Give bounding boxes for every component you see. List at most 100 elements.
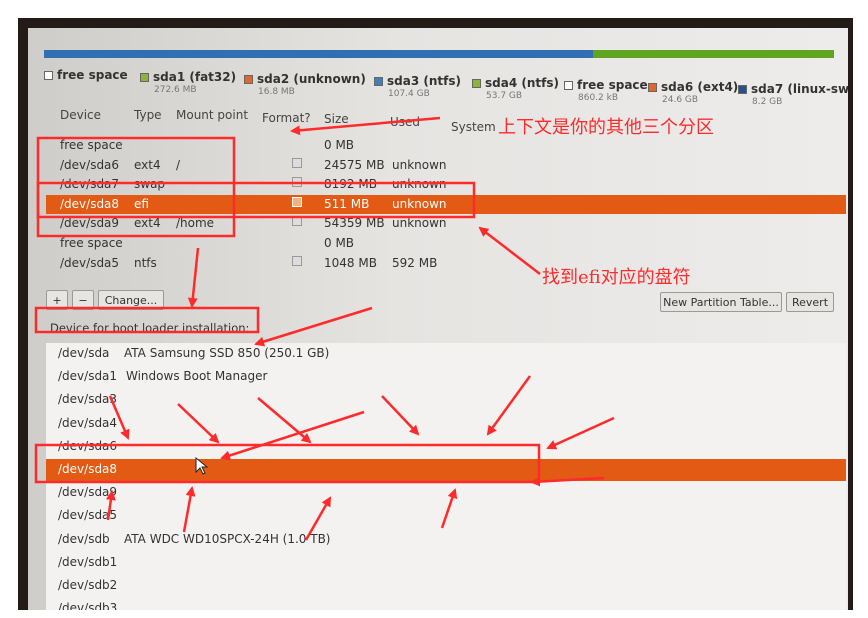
partition-bar-segment <box>593 50 834 58</box>
cell-device: /dev/sda9 <box>60 216 120 231</box>
bootloader-list-item[interactable]: /dev/sdb2 <box>46 575 846 597</box>
legend-size: 53.7 GB <box>486 91 523 101</box>
cell-size: 511 MB <box>324 196 370 211</box>
cell-size: 0 MB <box>324 138 355 152</box>
bootloader-device: /dev/sda3 <box>58 392 118 407</box>
change-partition-button[interactable]: Change... <box>98 290 164 310</box>
legend-swatch-icon <box>244 75 253 84</box>
col-device: Device <box>60 108 102 122</box>
legend-size: 860.2 kB <box>578 93 619 103</box>
cell-size: 8192 MB <box>324 177 377 192</box>
table-row[interactable]: free space 0 MB <box>46 234 846 253</box>
legend-size: 107.4 GB <box>388 89 430 99</box>
bootloader-list-item[interactable]: /dev/sdb1 <box>46 552 846 574</box>
legend-name: sda2 (unknown) <box>257 72 366 86</box>
format-checkbox[interactable] <box>292 196 302 207</box>
cell-size: 1048 MB <box>324 255 377 270</box>
legend-name: sda1 (fat32) <box>153 70 237 84</box>
col-type: Type <box>134 108 162 122</box>
legend-swatch-icon <box>738 85 747 94</box>
bootloader-device: /dev/sdb1 <box>58 554 118 569</box>
legend-swatch-icon <box>564 81 573 90</box>
legend-swatch-icon <box>648 83 657 92</box>
col-size: Size <box>324 112 349 126</box>
bootloader-device: /dev/sda5 <box>58 508 118 523</box>
bootloader-device-desc: Windows Boot Manager <box>126 369 268 384</box>
legend-name: sda4 (ntfs) <box>485 76 559 90</box>
revert-button[interactable]: Revert <box>786 292 834 312</box>
bootloader-device: /dev/sda4 <box>58 415 118 430</box>
legend-item: sda7 (linux-sw 8.2 GB <box>738 78 848 107</box>
bootloader-list-item[interactable]: /dev/sda8 <box>46 459 846 481</box>
format-checkbox[interactable] <box>292 177 302 188</box>
cell-type: swap <box>134 177 166 192</box>
cell-type: ntfs <box>134 255 157 270</box>
bootloader-device: /dev/sdb <box>58 531 110 546</box>
partition-legend: free space sda1 (fat32) 272.6 MB sda2 (unkn… <box>44 64 848 107</box>
bootloader-device: /dev/sdb2 <box>58 578 118 592</box>
bootloader-list-item[interactable]: /dev/sda5 <box>46 505 846 527</box>
legend-item: sda4 (ntfs) 53.7 GB <box>472 72 559 101</box>
bootloader-list-item[interactable]: /dev/sdb3 <box>46 598 846 610</box>
remove-partition-button[interactable]: − <box>72 290 94 310</box>
bootloader-list-item[interactable]: /dev/sda ATA Samsung SSD 850 (250.1 GB) <box>46 343 846 365</box>
table-row[interactable]: /dev/sda7 swap 8192 MB unknown <box>46 175 846 194</box>
bootloader-device-list[interactable]: /dev/sda ATA Samsung SSD 850 (250.1 GB)/d… <box>46 343 846 610</box>
table-row[interactable]: /dev/sda8 efi 511 MB unknown <box>46 194 846 214</box>
cell-device: free space <box>60 236 123 250</box>
add-partition-button[interactable]: + <box>46 290 68 310</box>
partition-table-header: Device Type Mount point Format? Size Use… <box>48 106 838 136</box>
legend-swatch-icon <box>374 77 383 86</box>
cell-device: /dev/sda7 <box>60 177 120 192</box>
format-checkbox[interactable] <box>292 157 302 168</box>
cell-size: 24575 MB <box>324 157 385 172</box>
cell-device: /dev/sda5 <box>60 255 120 270</box>
bootloader-list-item[interactable]: /dev/sda9 <box>46 482 846 504</box>
legend-item: free space 860.2 kB <box>564 74 648 103</box>
bootloader-list-item[interactable]: /dev/sda4 <box>46 413 846 435</box>
legend-name: sda6 (ext4) <box>661 80 739 94</box>
bootloader-list-item[interactable]: /dev/sdb ATA WDC WD10SPCX-24H (1.0 TB) <box>46 529 846 551</box>
cell-type: ext4 <box>134 157 161 172</box>
legend-swatch-icon <box>44 71 53 80</box>
cell-device: free space <box>60 138 123 152</box>
cell-size: 0 MB <box>324 236 355 250</box>
bootloader-list-item[interactable]: /dev/sda3 <box>46 389 846 411</box>
bootloader-label: Device for boot loader installation: <box>50 321 250 335</box>
cell-type: ext4 <box>134 216 161 231</box>
legend-item: sda6 (ext4) 24.6 GB <box>648 76 738 105</box>
cell-used: 592 MB <box>392 255 438 270</box>
table-row[interactable]: /dev/sda6 ext4 / 24575 MB unknown <box>46 156 846 175</box>
legend-size: 16.8 MB <box>258 87 295 97</box>
format-checkbox[interactable] <box>292 216 302 227</box>
table-row[interactable]: /dev/sda9 ext4/home 54359 MB unknown <box>46 214 846 233</box>
table-row[interactable]: free space 0 MB <box>46 136 846 155</box>
legend-swatch-icon <box>472 79 481 88</box>
table-row[interactable]: /dev/sda5 ntfs 1048 MB 592 MB <box>46 254 846 273</box>
format-checkbox[interactable] <box>292 255 302 266</box>
legend-item: sda1 (fat32) 272.6 MB <box>140 66 236 95</box>
legend-size: 24.6 GB <box>662 95 699 105</box>
col-used: Used <box>390 115 421 129</box>
legend-size: 272.6 MB <box>154 85 197 95</box>
legend-item: free space <box>44 64 128 83</box>
legend-name: sda3 (ntfs) <box>387 74 461 88</box>
legend-item: sda2 (unknown) 16.8 MB <box>244 68 366 97</box>
bootloader-list-item[interactable]: /dev/sda1 Windows Boot Manager <box>46 366 846 388</box>
legend-name: sda7 (linux-sw <box>751 82 848 96</box>
photo-frame: free space sda1 (fat32) 272.6 MB sda2 (unkn… <box>18 18 853 610</box>
bootloader-device: /dev/sda <box>58 346 110 360</box>
col-system: System <box>451 120 496 134</box>
annotation-text-other-partitions: 上下文是你的其他三个分区 <box>498 117 714 138</box>
cell-mount: / <box>176 157 181 172</box>
cell-type: efi <box>134 196 149 211</box>
cell-size: 54359 MB <box>324 216 385 231</box>
cell-mount: /home <box>176 216 215 231</box>
cell-device: /dev/sda8 <box>60 196 120 211</box>
col-format: Format? <box>262 111 311 125</box>
cell-used: unknown <box>392 196 447 211</box>
cell-used: unknown <box>392 157 447 172</box>
bootloader-list-item[interactable]: /dev/sda6 <box>46 436 846 458</box>
new-partition-table-button[interactable]: New Partition Table... <box>660 292 782 312</box>
legend-item: sda3 (ntfs) 107.4 GB <box>374 70 461 99</box>
